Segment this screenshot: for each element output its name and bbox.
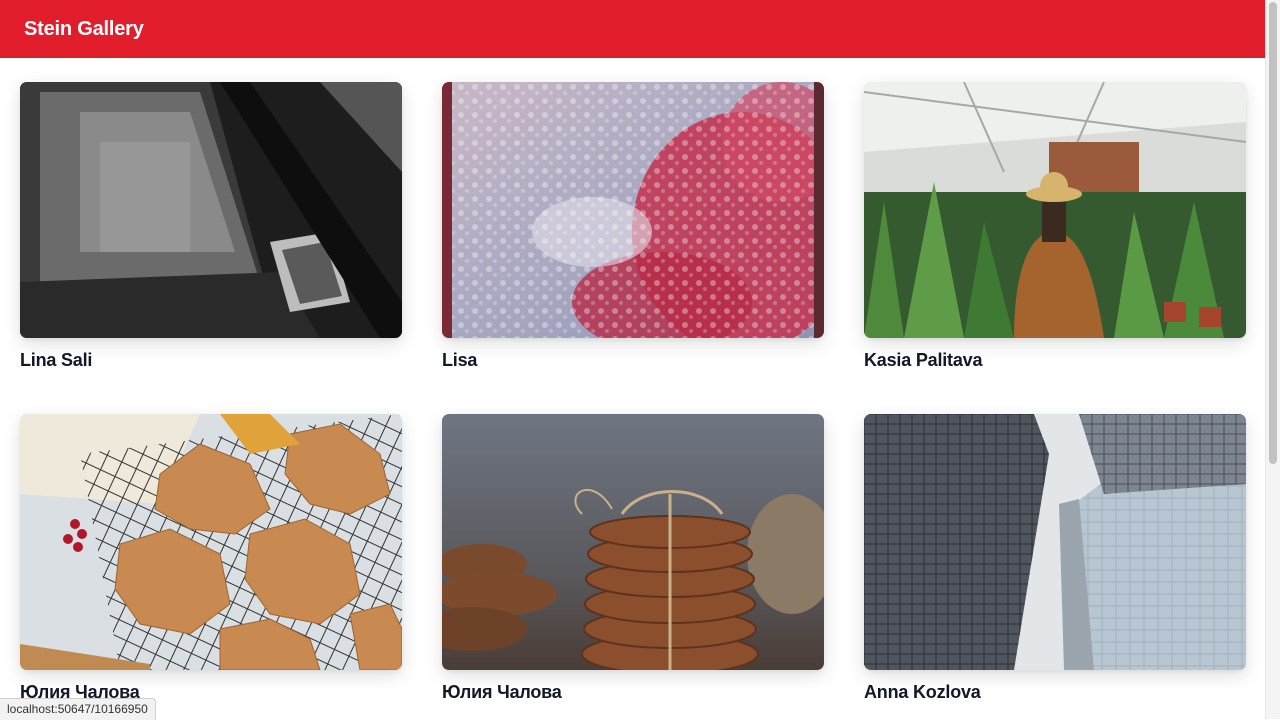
gallery-card[interactable]: Kasia Palitava [864,82,1246,370]
scrollbar-thumb[interactable] [1269,2,1277,464]
gallery-image[interactable] [20,414,402,670]
gallery-image[interactable] [442,82,824,338]
link-status-bar: localhost:50647/10166950 [0,698,156,720]
gallery-card[interactable]: Юлия Чалова [442,414,824,702]
app-header: Stein Gallery [0,0,1265,58]
gallery-card[interactable]: Lisa [442,82,824,370]
gallery-grid: Lina Sali Lisa Kasia Palitava Юлия Чалов… [20,82,1246,702]
gallery-image[interactable] [864,414,1246,670]
gallery-card[interactable]: Lina Sali [20,82,402,370]
gallery-image[interactable] [20,82,402,338]
author-name: Lina Sali [20,350,93,370]
brand-title[interactable]: Stein Gallery [24,18,144,41]
gallery-image[interactable] [864,82,1246,338]
author-name: Юлия Чалова [442,682,562,702]
gallery-image[interactable] [442,414,824,670]
gallery-card[interactable]: Anna Kozlova [864,414,1246,702]
page-scrollbar[interactable] [1265,0,1280,719]
gallery-card[interactable]: Юлия Чалова [20,414,402,702]
author-name: Lisa [442,350,478,370]
author-name: Kasia Palitava [864,350,983,370]
author-name: Anna Kozlova [864,682,981,702]
